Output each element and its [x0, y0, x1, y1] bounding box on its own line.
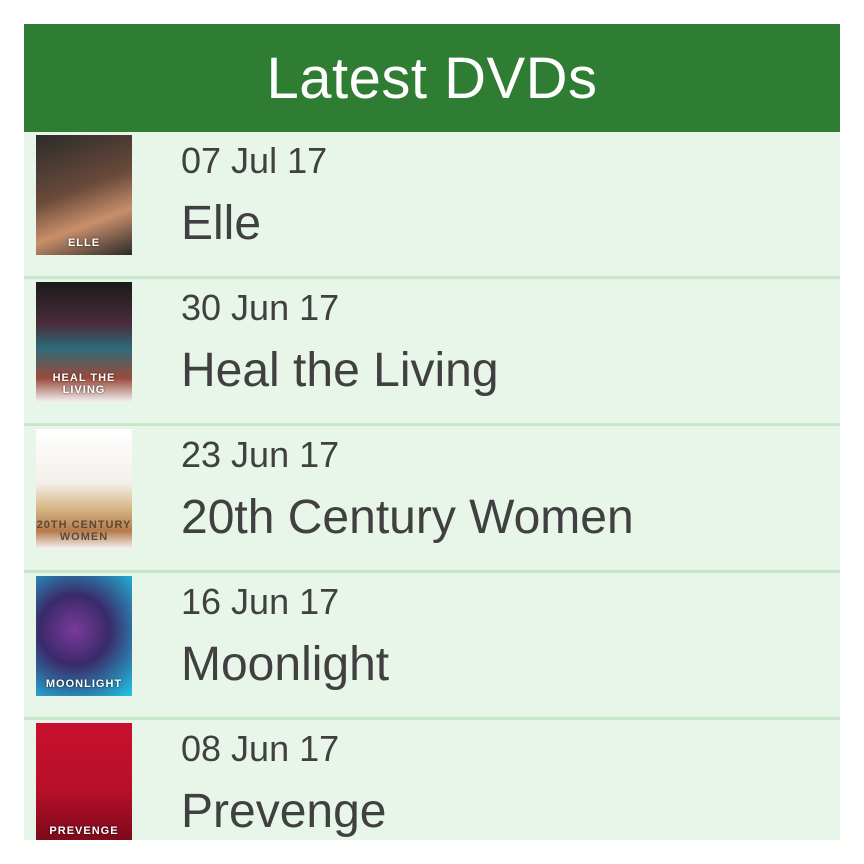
list-item[interactable]: MOONLIGHT 16 Jun 17 Moonlight — [24, 573, 840, 720]
poster-thumbnail[interactable]: PREVENGE — [36, 723, 132, 840]
movie-title[interactable]: Prevenge — [181, 784, 386, 839]
poster-thumbnail[interactable]: ELLE — [36, 135, 132, 255]
release-date: 30 Jun 17 — [181, 287, 340, 328]
release-date: 08 Jun 17 — [181, 728, 340, 769]
poster-title-text: 20TH CENTURY WOMEN — [36, 519, 132, 543]
poster-thumbnail[interactable]: MOONLIGHT — [36, 576, 132, 696]
header-bar: Latest DVDs — [24, 24, 840, 132]
poster-title-text: MOONLIGHT — [45, 678, 123, 690]
poster-title-text: HEAL THE LIVING — [52, 372, 116, 396]
release-date: 23 Jun 17 — [181, 434, 340, 475]
release-date: 07 Jul 17 — [181, 140, 328, 181]
page-title: Latest DVDs — [266, 45, 598, 111]
movie-title[interactable]: 20th Century Women — [181, 490, 634, 545]
list-item[interactable]: 20TH CENTURY WOMEN 23 Jun 17 20th Centur… — [24, 426, 840, 573]
dvd-list: ELLE 07 Jul 17 Elle HEAL THE LIVING 30 J… — [24, 132, 840, 840]
poster-thumbnail[interactable]: HEAL THE LIVING — [36, 282, 132, 402]
movie-title[interactable]: Heal the Living — [181, 343, 499, 398]
poster-title-text: ELLE — [67, 237, 101, 249]
list-item[interactable]: PREVENGE 08 Jun 17 Prevenge — [24, 720, 840, 840]
poster-thumbnail[interactable]: 20TH CENTURY WOMEN — [36, 429, 132, 549]
movie-title[interactable]: Elle — [181, 196, 261, 251]
poster-title-text: PREVENGE — [49, 825, 119, 837]
movie-title[interactable]: Moonlight — [181, 637, 389, 692]
release-date: 16 Jun 17 — [181, 581, 340, 622]
list-item[interactable]: ELLE 07 Jul 17 Elle — [24, 132, 840, 279]
latest-dvds-panel: Latest DVDs ELLE 07 Jul 17 Elle HEAL THE… — [24, 24, 840, 840]
list-item[interactable]: HEAL THE LIVING 30 Jun 17 Heal the Livin… — [24, 279, 840, 426]
